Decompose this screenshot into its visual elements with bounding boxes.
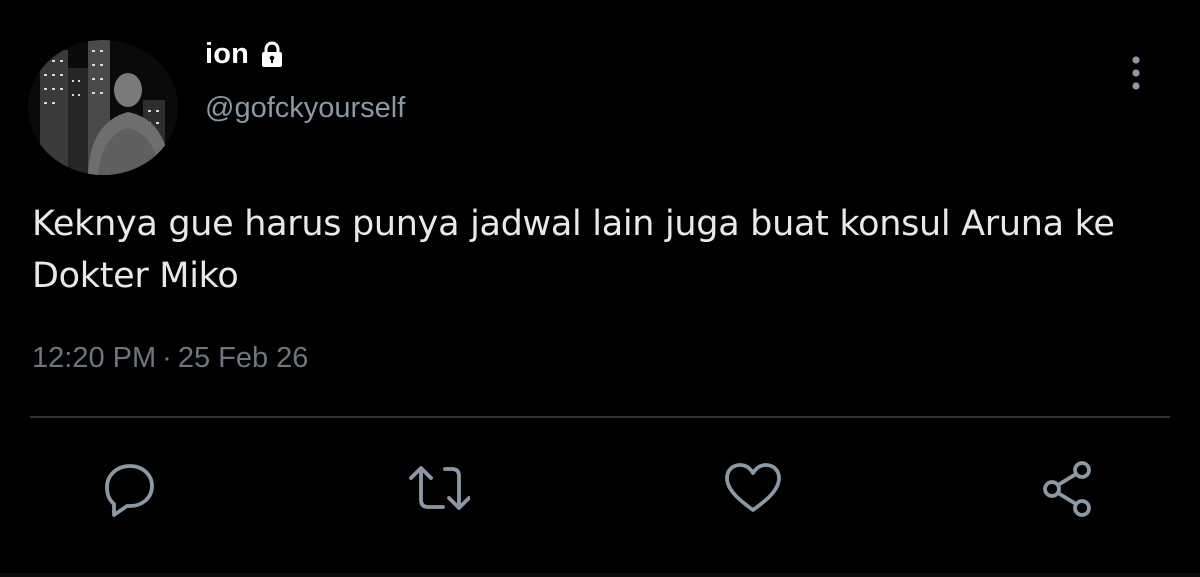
bottom-border xyxy=(0,573,1200,577)
more-vertical-icon xyxy=(1132,56,1140,90)
user-name-row: ion xyxy=(205,38,287,71)
avatar[interactable] xyxy=(28,40,178,175)
lock-icon xyxy=(257,40,287,70)
reply-button[interactable] xyxy=(100,458,160,518)
retweet-icon xyxy=(409,466,470,510)
tweet-card: ion @gofckyourself Keknya gue harus puny… xyxy=(0,0,1200,577)
meta-separator: · xyxy=(162,342,172,374)
retweet-button[interactable] xyxy=(406,458,470,518)
reply-icon xyxy=(105,464,154,517)
tweet-date: 25 Feb 26 xyxy=(177,342,309,374)
user-handle[interactable]: @gofckyourself xyxy=(205,92,405,125)
divider xyxy=(30,416,1170,418)
tweet-time: 12:20 PM xyxy=(32,342,157,374)
display-name[interactable]: ion xyxy=(205,38,249,71)
avatar-image xyxy=(28,40,178,175)
share-icon xyxy=(1043,461,1091,517)
more-options-button[interactable] xyxy=(1118,52,1158,96)
tweet-timestamp[interactable]: 12:20 PM · 25 Feb 26 xyxy=(32,342,308,375)
like-button[interactable] xyxy=(722,458,782,518)
heart-icon xyxy=(725,463,781,512)
tweet-text: Keknya gue harus punya jadwal lain juga … xyxy=(32,204,1115,296)
share-button[interactable] xyxy=(1040,458,1100,518)
